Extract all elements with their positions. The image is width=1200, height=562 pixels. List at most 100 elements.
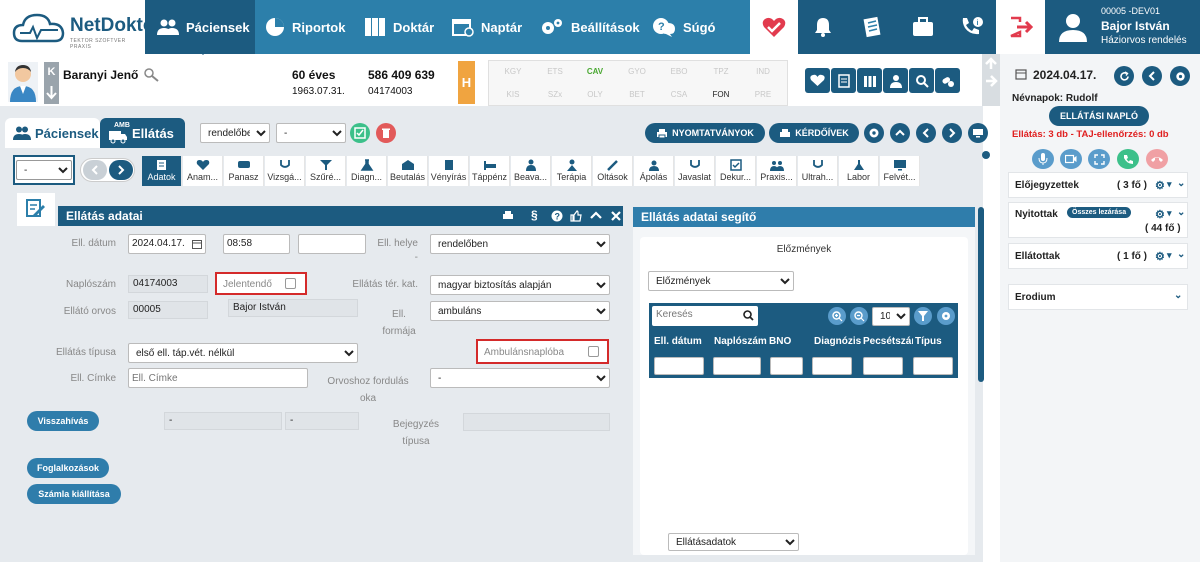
column-header[interactable]: BNO — [769, 336, 791, 347]
arrow-up-icon[interactable] — [984, 57, 998, 71]
heart-rate-button[interactable] — [805, 68, 830, 93]
tool-sick-leave[interactable]: Táppénz — [470, 156, 510, 186]
chevron-up-icon[interactable] — [590, 210, 602, 222]
logout-button[interactable] — [996, 0, 1045, 54]
column-header[interactable]: Naplószám — [714, 336, 767, 347]
screen-button[interactable] — [968, 123, 988, 143]
history-type-select[interactable]: Előzmények — [648, 271, 794, 291]
chevron-down-icon[interactable]: ⌄ — [1177, 249, 1185, 260]
form-type-select[interactable]: ambuláns — [430, 301, 610, 321]
heart-toolbar-button[interactable] — [750, 0, 798, 54]
hangup-button[interactable] — [1146, 149, 1168, 169]
nav-calendar[interactable]: Naptár — [452, 0, 532, 54]
tool-lab[interactable]: Labor — [839, 156, 879, 186]
preorders-card[interactable]: Előjegyzettek ( 3 fő ) ⚙ ▾ ⌄ — [1008, 172, 1188, 198]
nav-reports[interactable]: Riportok — [265, 0, 355, 54]
notifications-button[interactable] — [798, 0, 848, 54]
care-log-button[interactable]: ELLÁTÁSI NAPLÓ — [1049, 106, 1149, 126]
reportable-checkbox[interactable] — [285, 278, 296, 289]
card-gear-icon[interactable]: ⚙ — [1155, 179, 1165, 192]
tool-examination[interactable]: Vizsgá... — [265, 156, 305, 186]
reason-select[interactable]: - — [430, 368, 610, 388]
date-field[interactable]: 2024.04.17. — [128, 234, 206, 254]
tool-practice[interactable]: Praxis... — [757, 156, 797, 186]
table-settings-button[interactable] — [937, 307, 955, 325]
column-filter-input[interactable] — [770, 357, 803, 375]
care-type-select[interactable]: első ell. táp.vét. nélkül — [128, 343, 358, 363]
chevron-down-icon[interactable]: ⌄ — [1177, 178, 1185, 189]
tool-vaccinations[interactable]: Oltások — [593, 156, 633, 186]
history-search-input[interactable]: Keresés — [652, 306, 758, 326]
column-filter-input[interactable] — [863, 357, 903, 375]
app-logo[interactable]: NetDoktor TEKTOR SZOFTVER PRAXIS — [0, 0, 162, 54]
settings-button[interactable] — [864, 123, 884, 143]
served-card[interactable]: Ellátottak ( 1 fő ) ⚙ ▾ ⌄ — [1008, 243, 1188, 269]
tool-anamnesis[interactable]: Anam... — [183, 156, 223, 186]
coverage-select[interactable]: magyar biztosítás alapján — [430, 275, 610, 295]
recall-button[interactable]: Visszahívás — [27, 411, 99, 431]
column-header[interactable]: Ell. dátum — [654, 336, 702, 347]
search-record-button[interactable] — [909, 68, 934, 93]
column-filter-input[interactable] — [913, 357, 953, 375]
close-icon[interactable] — [610, 210, 622, 222]
video-button[interactable] — [1060, 149, 1082, 169]
nurse-button[interactable] — [883, 68, 908, 93]
tool-referral[interactable]: Beutalás — [388, 156, 428, 186]
patient-h-badge[interactable]: H — [458, 61, 475, 104]
user-box[interactable]: 00005 -DEV01 Bajor István Háziorvos rend… — [1045, 0, 1200, 54]
card-caret-icon[interactable]: ▾ — [1167, 179, 1172, 190]
record-select-box[interactable]: - — [13, 155, 75, 185]
documents-button[interactable] — [848, 0, 898, 54]
ambulant-log-checkbox[interactable] — [588, 346, 599, 357]
call-button[interactable] — [1117, 149, 1139, 169]
nav-patients[interactable]: Páciensek — [145, 0, 255, 54]
help-icon[interactable]: ? — [551, 210, 563, 222]
tab-patients[interactable]: Páciensek — [5, 118, 100, 148]
card-gear-icon[interactable]: ⚙ — [1155, 208, 1165, 221]
arrow-right-icon[interactable] — [984, 74, 998, 88]
patient-name[interactable]: Baranyi Jenő — [63, 68, 138, 82]
microphone-button[interactable] — [1032, 149, 1054, 169]
column-filter-input[interactable] — [812, 357, 852, 375]
column-header[interactable]: Diagnózis — [814, 336, 861, 347]
tool-data[interactable]: Adatok — [142, 156, 182, 186]
pills-button[interactable] — [935, 68, 960, 93]
tool-diagnosis[interactable]: Diagn... — [347, 156, 387, 186]
sidebar-settings-button[interactable] — [1170, 66, 1190, 86]
print-icon[interactable] — [502, 210, 514, 222]
tool-nursing[interactable]: Ápolás — [634, 156, 674, 186]
chevron-down-icon[interactable]: ⌄ — [1174, 290, 1182, 301]
secondary-select[interactable]: - — [276, 123, 346, 143]
issue-invoice-button[interactable]: Számla kiállítása — [27, 484, 121, 504]
page-size-select[interactable]: 10 — [872, 307, 910, 326]
card-caret-icon[interactable]: ▾ — [1167, 250, 1172, 261]
tab-care[interactable]: AMB Ellátás — [100, 118, 185, 148]
patient-k-badge[interactable]: K — [44, 62, 59, 104]
next-button[interactable] — [942, 123, 962, 143]
pager-next-button[interactable] — [109, 160, 133, 180]
previous-button[interactable] — [916, 123, 936, 143]
patient-tools-icon[interactable] — [144, 68, 160, 82]
tag-input[interactable] — [128, 368, 308, 388]
cases-button[interactable] — [898, 0, 948, 54]
tool-intervention[interactable]: Beava... — [511, 156, 551, 186]
tool-recommendation[interactable]: Javaslat — [675, 156, 715, 186]
record-select[interactable]: - — [16, 160, 72, 180]
nav-help[interactable]: ? Súgó — [652, 0, 722, 54]
time-field[interactable]: 08:58 — [223, 234, 290, 254]
place-select[interactable]: rendelőben — [430, 234, 610, 254]
zoom-out-button[interactable] — [850, 307, 868, 325]
section-icon[interactable]: § — [531, 208, 538, 222]
vertical-scrollbar[interactable] — [978, 207, 984, 382]
recall-field-a[interactable]: - — [164, 412, 282, 430]
care-data-select[interactable]: Ellátásadatok — [668, 533, 799, 551]
phone-info-button[interactable]: i — [948, 0, 996, 54]
recall-field-b[interactable]: - — [285, 412, 359, 430]
approve-button[interactable] — [350, 123, 370, 143]
column-header[interactable]: Típus — [915, 336, 942, 347]
card-gear-icon[interactable]: ⚙ — [1155, 250, 1165, 263]
entry-type-field[interactable] — [463, 413, 610, 431]
tool-recordings[interactable]: Felvét... — [880, 156, 920, 186]
toolbar-gear-icon[interactable] — [982, 151, 990, 159]
nav-doktar[interactable]: Doktár — [364, 0, 444, 54]
